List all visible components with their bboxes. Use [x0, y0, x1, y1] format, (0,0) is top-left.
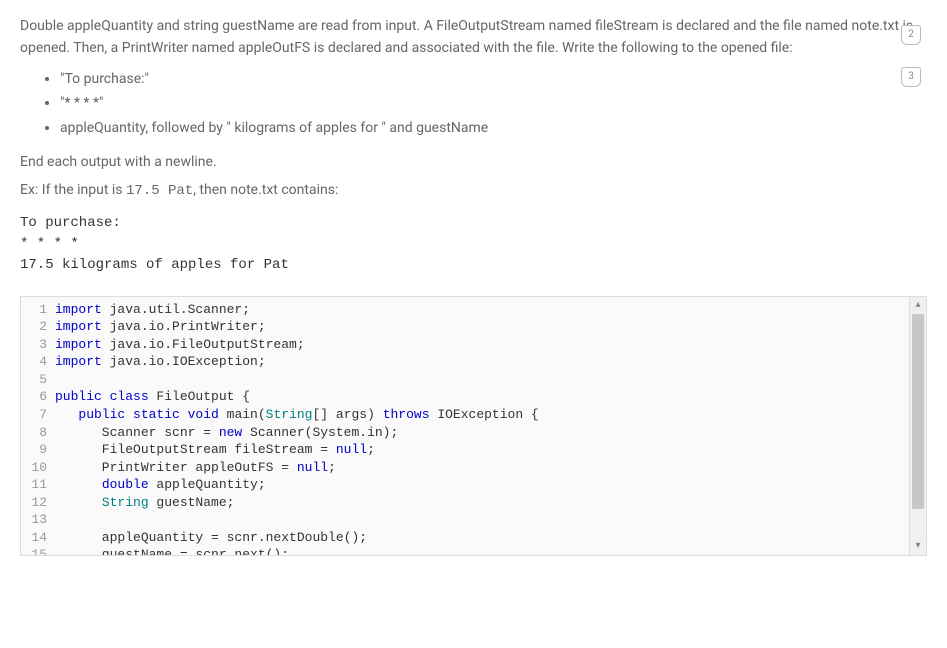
code-line[interactable]: 12 String guestName; [21, 494, 926, 512]
example-input: 17.5 Pat [126, 183, 193, 199]
badge-label: 3 [908, 69, 914, 85]
line-number: 2 [21, 318, 55, 336]
code-content[interactable]: import java.io.PrintWriter; [55, 318, 266, 336]
requirements-list: "To purchase:" "* * * *" appleQuantity, … [60, 68, 927, 139]
scroll-down-icon[interactable]: ▾ [910, 538, 926, 555]
code-line[interactable]: 6public class FileOutput { [21, 388, 926, 406]
code-line[interactable]: 15 guestName = scnr.next(); [21, 546, 926, 554]
line-number: 13 [21, 511, 55, 529]
code-content[interactable]: public static void main(String[] args) t… [55, 406, 539, 424]
code-content[interactable]: import java.io.IOException; [55, 353, 266, 371]
code-line[interactable]: 8 Scanner scnr = new Scanner(System.in); [21, 424, 926, 442]
line-number: 11 [21, 476, 55, 494]
code-content[interactable]: FileOutputStream fileStream = null; [55, 441, 375, 459]
code-line[interactable]: 7 public static void main(String[] args)… [21, 406, 926, 424]
code-line[interactable]: 4import java.io.IOException; [21, 353, 926, 371]
code-content[interactable]: PrintWriter appleOutFS = null; [55, 459, 336, 477]
code-line[interactable]: 10 PrintWriter appleOutFS = null; [21, 459, 926, 477]
scroll-up-icon[interactable]: ▴ [910, 297, 926, 314]
code-line[interactable]: 3import java.io.FileOutputStream; [21, 336, 926, 354]
scroll-thumb[interactable] [912, 314, 924, 509]
line-number: 6 [21, 388, 55, 406]
code-line[interactable]: 11 double appleQuantity; [21, 476, 926, 494]
problem-para1: Double appleQuantity and string guestNam… [20, 15, 927, 60]
code-line[interactable]: 2import java.io.PrintWriter; [21, 318, 926, 336]
scrollbar[interactable]: ▴ ▾ [909, 297, 926, 555]
progress-badge-3[interactable]: 3 [901, 67, 921, 91]
line-number: 15 [21, 546, 55, 554]
line-number: 4 [21, 353, 55, 371]
line-number: 14 [21, 529, 55, 547]
code-line[interactable]: 14 appleQuantity = scnr.nextDouble(); [21, 529, 926, 547]
list-item: "To purchase:" [60, 68, 927, 90]
line-number: 5 [21, 371, 55, 389]
code-lines[interactable]: 1import java.util.Scanner;2import java.i… [21, 297, 926, 555]
code-content[interactable]: public class FileOutput { [55, 388, 250, 406]
line-number: 7 [21, 406, 55, 424]
example-tail: , then note.txt contains: [193, 182, 338, 198]
code-content[interactable]: Scanner scnr = new Scanner(System.in); [55, 424, 398, 442]
page-wrap: 2 3 Double appleQuantity and string gues… [20, 15, 927, 556]
line-number: 3 [21, 336, 55, 354]
code-line[interactable]: 9 FileOutputStream fileStream = null; [21, 441, 926, 459]
side-badges: 2 3 [901, 25, 921, 91]
line-number: 12 [21, 494, 55, 512]
code-line[interactable]: 13 [21, 511, 926, 529]
line-number: 9 [21, 441, 55, 459]
shield-icon: 2 [901, 25, 921, 45]
code-content[interactable]: appleQuantity = scnr.nextDouble(); [55, 529, 367, 547]
code-content[interactable]: guestName = scnr.next(); [55, 546, 289, 554]
list-item: appleQuantity, followed by " kilograms o… [60, 117, 927, 139]
code-line[interactable]: 1import java.util.Scanner; [21, 301, 926, 319]
badge-label: 2 [908, 27, 914, 43]
example-label-text: Ex: If the input is [20, 182, 126, 198]
code-content[interactable]: double appleQuantity; [55, 476, 266, 494]
line-number: 10 [21, 459, 55, 477]
line-number: 8 [21, 424, 55, 442]
code-content[interactable]: import java.util.Scanner; [55, 301, 250, 319]
example-label: Ex: If the input is 17.5 Pat, then note.… [20, 179, 927, 202]
problem-statement: Double appleQuantity and string guestNam… [20, 15, 927, 203]
list-item: "* * * *" [60, 92, 927, 114]
line-number: 1 [21, 301, 55, 319]
shield-icon: 3 [901, 67, 921, 87]
problem-para2: End each output with a newline. [20, 151, 927, 173]
example-output: To purchase: * * * * 17.5 kilograms of a… [20, 213, 927, 276]
code-content[interactable]: String guestName; [55, 494, 234, 512]
progress-badge-2[interactable]: 2 [901, 25, 921, 49]
code-line[interactable]: 5 [21, 371, 926, 389]
code-content[interactable]: import java.io.FileOutputStream; [55, 336, 305, 354]
code-editor[interactable]: 1import java.util.Scanner;2import java.i… [20, 296, 927, 556]
